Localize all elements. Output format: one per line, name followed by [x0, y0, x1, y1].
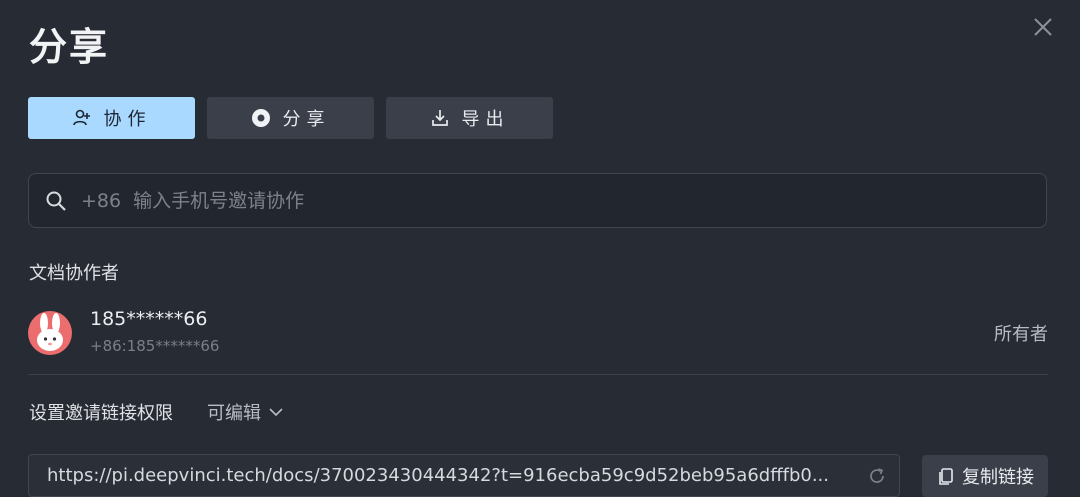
tab-export[interactable]: 导出 — [386, 97, 553, 139]
tab-share[interactable]: 分享 — [207, 97, 374, 139]
copy-link-button[interactable]: 复制链接 — [922, 455, 1048, 497]
tab-label: 导出 — [461, 109, 510, 130]
phone-search-field[interactable] — [28, 173, 1047, 228]
chevron-down-icon — [269, 408, 283, 417]
collaborators-heading: 文档协作者 — [29, 263, 119, 284]
collaborator-name: 185******66 — [90, 308, 208, 330]
copy-link-label: 复制链接 — [962, 467, 1034, 488]
copy-icon — [939, 468, 953, 485]
refresh-icon[interactable] — [867, 466, 887, 486]
avatar — [28, 311, 72, 355]
share-icon — [251, 108, 271, 128]
add-user-icon — [72, 108, 92, 128]
close-icon[interactable] — [1030, 14, 1056, 40]
tab-bar: 协作 分享 导出 — [28, 97, 553, 139]
collaborator-phone: +86:185******66 — [90, 337, 220, 355]
invite-link-text: https://pi.deepvinci.tech/docs/370023430… — [47, 465, 829, 486]
invite-permission-label: 设置邀请链接权限 — [29, 403, 173, 424]
collaborator-role: 所有者 — [994, 324, 1048, 345]
permission-dropdown[interactable]: 可编辑 — [207, 399, 283, 425]
collaborator-row: 185******66 +86:185******66 所有者 — [28, 306, 1048, 362]
search-input[interactable] — [79, 188, 1046, 213]
tab-label: 分享 — [282, 109, 331, 130]
tab-label: 协作 — [103, 109, 152, 130]
divider — [28, 374, 1048, 375]
tab-collaborate[interactable]: 协作 — [28, 97, 195, 139]
invite-link-field[interactable]: https://pi.deepvinci.tech/docs/370023430… — [28, 454, 900, 497]
permission-value: 可编辑 — [207, 403, 261, 424]
download-icon — [430, 108, 450, 128]
search-icon — [46, 191, 66, 211]
dialog-title: 分享 — [29, 25, 110, 69]
